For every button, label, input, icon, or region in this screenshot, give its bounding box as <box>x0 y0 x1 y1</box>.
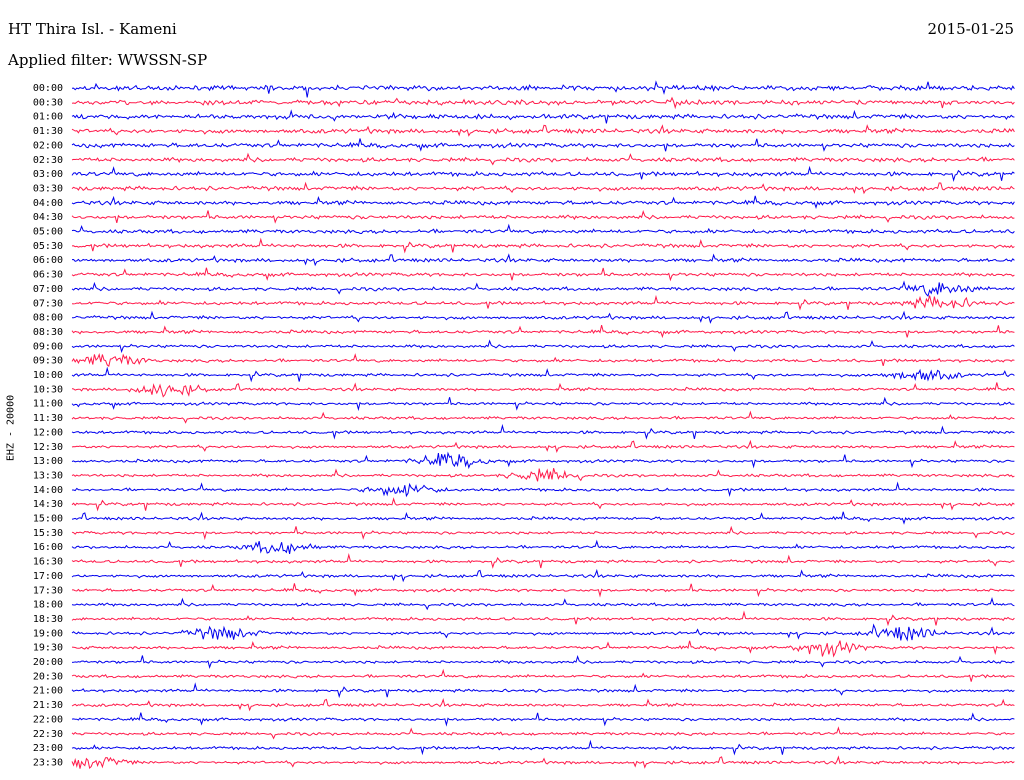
row-time-label: 10:30 <box>33 384 63 395</box>
trace-line <box>71 210 1015 224</box>
row-time-label: 20:30 <box>33 671 63 682</box>
trace-line <box>71 539 1015 554</box>
trace-line <box>71 280 1015 297</box>
trace-line <box>72 310 1015 324</box>
trace-line <box>71 267 1015 282</box>
trace-line <box>71 655 1015 670</box>
trace-line <box>71 124 1015 137</box>
row-time-label: 12:00 <box>33 427 63 438</box>
row-time-label: 06:30 <box>33 270 63 281</box>
trace-line <box>71 294 1015 311</box>
row-time-label: 22:30 <box>33 729 63 740</box>
row-time-label: 00:00 <box>33 83 63 94</box>
row-time-label: 23:30 <box>33 757 63 768</box>
row-time-label: 19:30 <box>33 643 63 654</box>
row-time-label: 08:00 <box>33 313 63 324</box>
row-time-label: 10:00 <box>33 370 63 381</box>
row-time-label: 07:00 <box>33 284 63 295</box>
row-time-label: 07:30 <box>33 298 63 309</box>
row-time-label: 11:00 <box>33 399 63 410</box>
row-time-label: 09:00 <box>33 341 63 352</box>
row-time-label: 08:30 <box>33 327 63 338</box>
trace-line <box>71 339 1015 354</box>
row-time-label: 16:30 <box>33 557 63 568</box>
row-time-label: 23:00 <box>33 743 63 754</box>
row-time-label: 18:30 <box>33 614 63 625</box>
trace-line <box>71 451 1015 470</box>
row-time-label: 14:00 <box>33 485 63 496</box>
trace-line <box>71 382 1015 398</box>
row-time-label: 02:00 <box>33 140 63 151</box>
trace-line <box>71 525 1015 541</box>
trace-line <box>71 423 1015 440</box>
row-time-label: 17:00 <box>33 571 63 582</box>
row-time-label: 15:00 <box>33 514 63 525</box>
row-time-label: 03:30 <box>33 183 63 194</box>
row-time-label: 00:30 <box>33 97 63 108</box>
trace-line <box>71 712 1015 727</box>
trace-line <box>71 682 1015 699</box>
trace-line <box>71 739 1015 756</box>
trace-line <box>71 596 1015 611</box>
row-time-label: 02:30 <box>33 155 63 166</box>
trace-line <box>71 726 1015 740</box>
trace-line <box>71 324 1015 339</box>
trace-line <box>71 80 1015 98</box>
row-time-label: 18:00 <box>33 600 63 611</box>
row-time-label: 06:00 <box>33 255 63 266</box>
row-time-label: 17:30 <box>33 585 63 596</box>
row-time-label: 11:30 <box>33 413 63 424</box>
helicorder-plot: 00:00 00:30 01:00 01:30 02:00 02:30 03:00 03:30… <box>33 80 1015 769</box>
trace-line <box>71 152 1015 166</box>
row-time-label: 22:00 <box>33 714 63 725</box>
trace-line <box>71 698 1015 712</box>
trace-line <box>71 468 1015 482</box>
row-time-label: 01:00 <box>33 112 63 123</box>
row-time-label: 05:00 <box>33 227 63 238</box>
row-time-label: 05:30 <box>33 241 63 252</box>
trace-line <box>71 610 1015 627</box>
trace-line <box>71 96 1015 110</box>
trace-line <box>71 237 1015 254</box>
trace-line <box>71 181 1015 195</box>
row-time-label: 01:30 <box>33 126 63 137</box>
trace-line <box>71 497 1015 512</box>
trace-line <box>71 410 1015 424</box>
row-time-label: 20:00 <box>33 657 63 668</box>
trace-line <box>71 755 1015 769</box>
trace-line <box>71 439 1015 454</box>
trace-line <box>71 223 1015 235</box>
trace-line <box>71 138 1015 152</box>
trace-line <box>71 568 1015 583</box>
trace-line <box>71 195 1015 210</box>
row-time-label: 14:30 <box>33 499 63 510</box>
trace-line <box>71 511 1015 525</box>
row-time-label: 19:00 <box>33 628 63 639</box>
trace-line <box>72 583 1015 598</box>
trace-line <box>71 668 1015 682</box>
row-time-label: 13:30 <box>33 470 63 481</box>
trace-line <box>71 165 1015 182</box>
trace-line <box>71 396 1015 412</box>
row-time-label: 13:00 <box>33 456 63 467</box>
row-time-label: 16:00 <box>33 542 63 553</box>
row-time-label: 15:30 <box>33 528 63 539</box>
trace-line <box>72 481 1015 498</box>
trace-line <box>71 109 1015 124</box>
row-time-label: 04:30 <box>33 212 63 223</box>
row-time-label: 03:00 <box>33 169 63 180</box>
trace-line <box>71 253 1015 267</box>
trace-line <box>71 553 1015 569</box>
row-time-label: 12:30 <box>33 442 63 453</box>
trace-line <box>71 640 1015 658</box>
row-time-label: 09:30 <box>33 356 63 367</box>
trace-line <box>71 623 1015 642</box>
trace-line <box>71 352 1015 367</box>
row-time-label: 21:00 <box>33 686 63 697</box>
row-time-label: 04:00 <box>33 198 63 209</box>
trace-line <box>71 366 1015 383</box>
row-time-label: 21:30 <box>33 700 63 711</box>
